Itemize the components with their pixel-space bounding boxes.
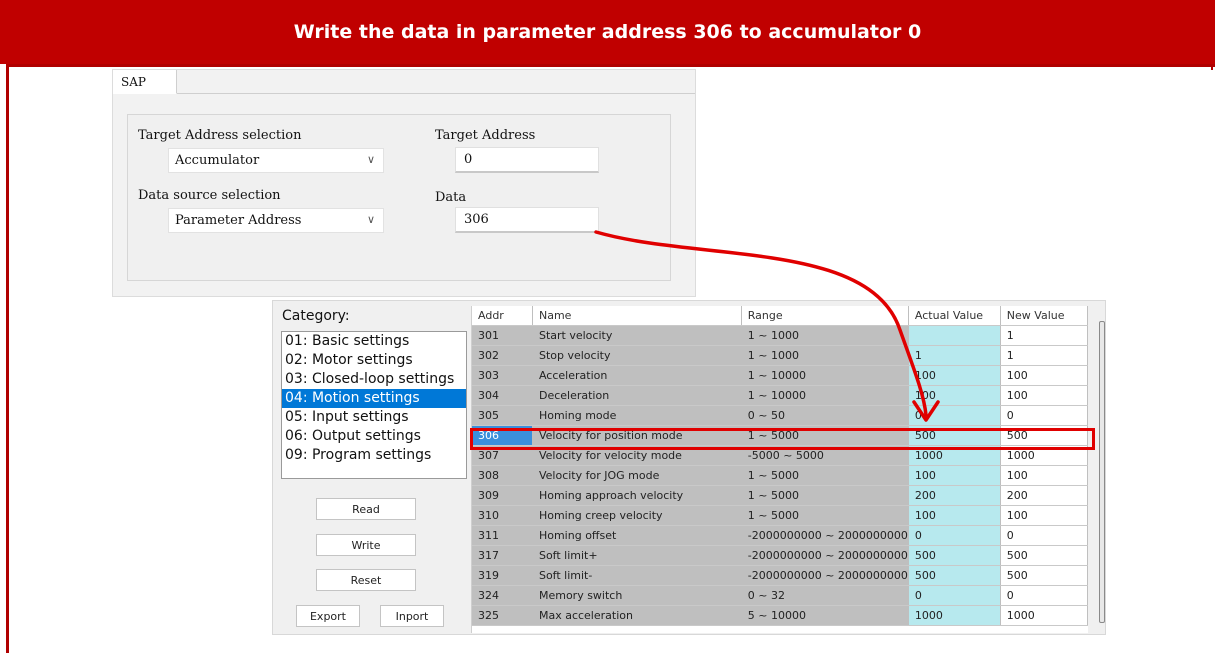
annotation-arrow (594, 230, 940, 422)
arrow-curve (594, 230, 928, 417)
